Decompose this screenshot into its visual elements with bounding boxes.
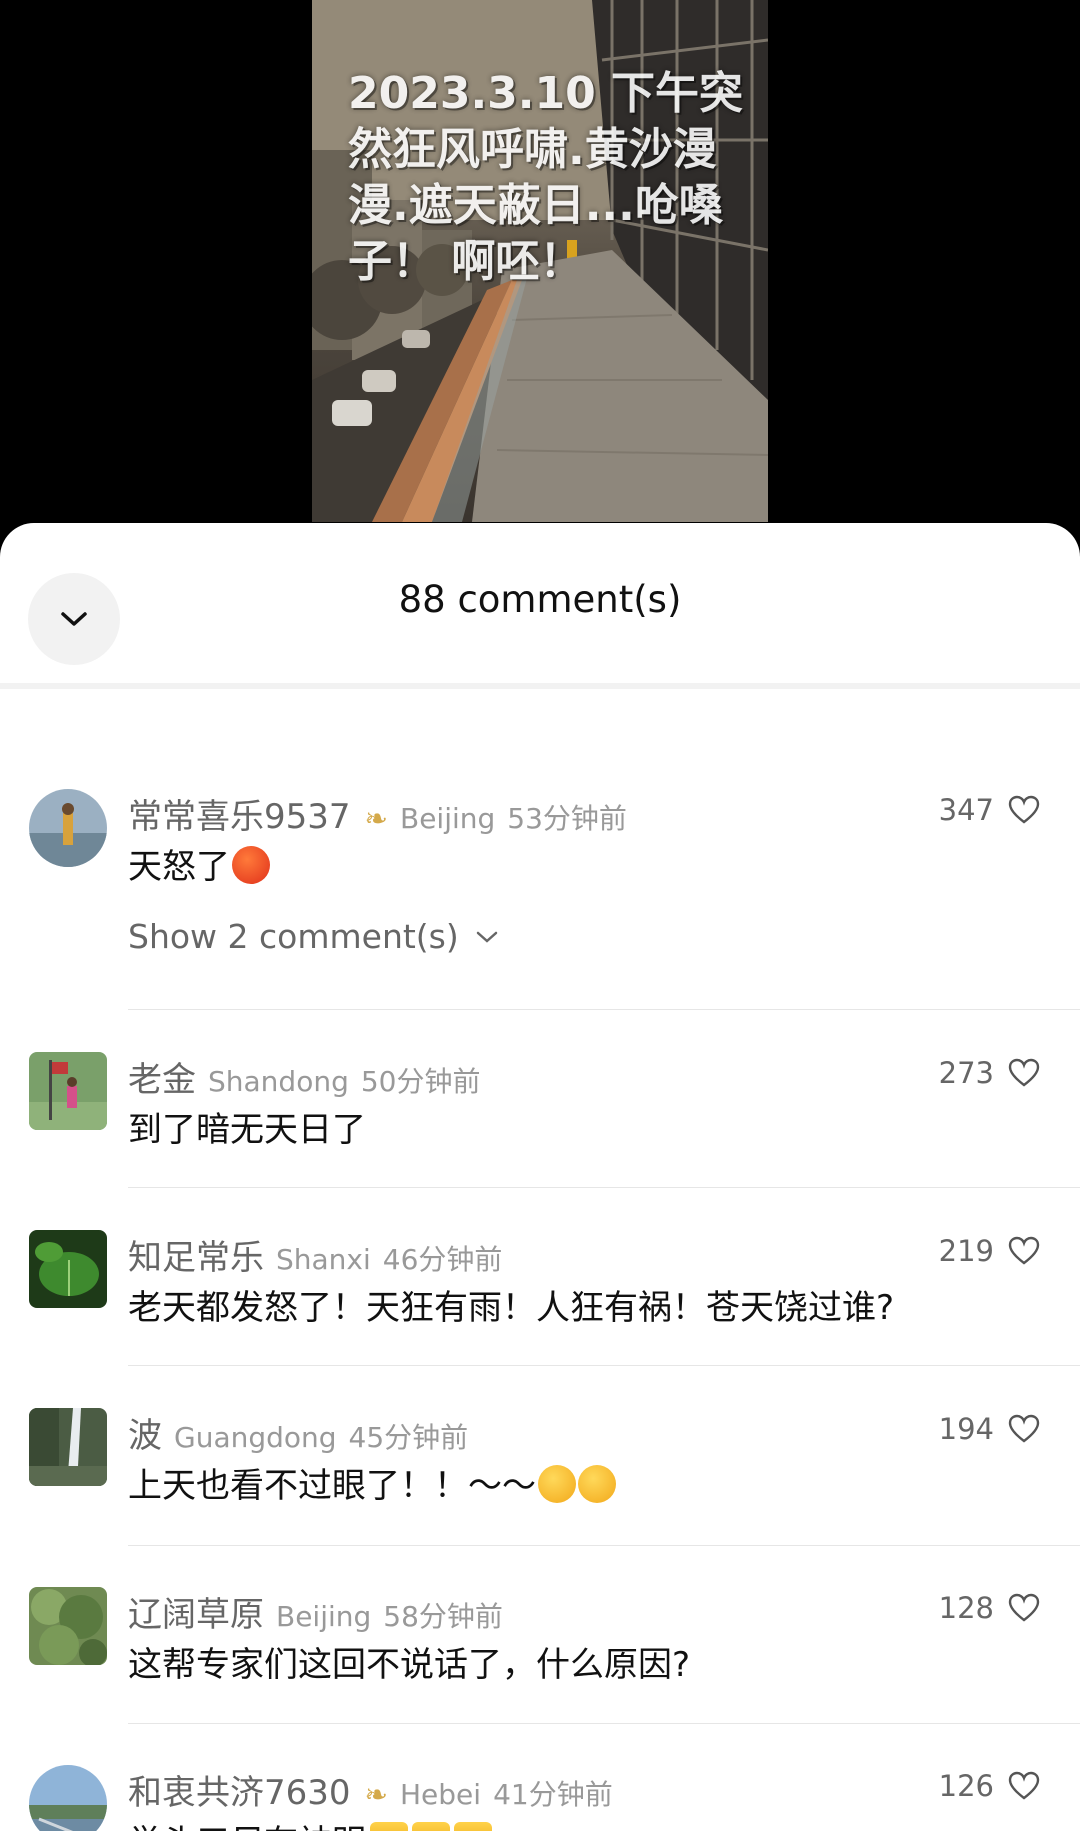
timestamp: 53分钟前: [507, 802, 627, 835]
comment-text: 老天都发怒了！天狂有雨！人狂有祸！苍天饶过谁?: [128, 1288, 895, 1328]
timestamp: 46分钟前: [382, 1243, 503, 1276]
location: Beijing: [276, 1600, 372, 1633]
comment-text: 天怒了: [128, 839, 270, 888]
avatar[interactable]: [29, 1052, 107, 1130]
laughing-tears-emoji: [538, 1465, 576, 1503]
like-button[interactable]: 347: [939, 793, 1040, 827]
like-count: 128: [938, 1591, 994, 1625]
like-button[interactable]: 219: [939, 1234, 1040, 1268]
avatar[interactable]: [29, 1230, 107, 1308]
comment-meta: 知足常乐 Shanxi 46分钟前: [128, 1230, 502, 1279]
location: Beijing: [400, 802, 496, 835]
comment-text: 这帮专家们这回不说话了，什么原因?: [128, 1645, 691, 1685]
video-player[interactable]: 2023.3.10 下午突然狂风呼啸.黄沙漫漫.遮天蔽日...呛嗓子！ 啊呸！: [0, 0, 1080, 540]
laughing-tears-emoji: [578, 1465, 616, 1503]
comment-meta: 老金 Shandong 50分钟前: [128, 1052, 481, 1101]
angry-face-emoji: [232, 846, 270, 884]
avatar[interactable]: [29, 1408, 107, 1486]
like-button[interactable]: 126: [939, 1769, 1040, 1803]
like-count: 194: [938, 1412, 994, 1446]
username[interactable]: 辽阔草原: [128, 1587, 264, 1636]
username[interactable]: 老金: [128, 1052, 196, 1101]
video-caption: 2023.3.10 下午突然狂风呼啸.黄沙漫漫.遮天蔽日...呛嗓子！ 啊呸！: [348, 68, 744, 287]
location: Guangdong: [174, 1421, 337, 1454]
divider: [128, 1545, 1080, 1546]
like-button[interactable]: 273: [939, 1056, 1040, 1090]
heart-icon: [1008, 795, 1040, 824]
location: Shanxi: [276, 1243, 371, 1276]
like-count: 219: [938, 1234, 994, 1268]
like-button[interactable]: 194: [939, 1412, 1040, 1446]
heart-icon: [1008, 1771, 1040, 1800]
comment-meta: 和衷共济7630 ❧ Hebei 41分钟前: [128, 1765, 613, 1814]
thumbs-up-emoji: [370, 1822, 408, 1831]
heart-icon: [1008, 1236, 1040, 1265]
username[interactable]: 常常喜乐9537: [128, 789, 351, 838]
divider: [128, 1009, 1080, 1010]
chevron-down-icon: [476, 931, 497, 943]
comments-sheet: 88 comment(s) 常常喜乐9537 ❧ Beijing 53分钟前 3…: [0, 523, 1080, 1831]
like-count: 347: [938, 793, 994, 827]
like-count: 126: [938, 1769, 994, 1803]
avatar[interactable]: [29, 789, 107, 867]
avatar[interactable]: [29, 1587, 107, 1665]
comment-text: 到了暗无天日了: [128, 1110, 366, 1150]
location: Hebei: [400, 1778, 482, 1811]
username[interactable]: 波: [128, 1408, 162, 1457]
sheet-header: 88 comment(s): [0, 523, 1080, 689]
timestamp: 50分钟前: [360, 1065, 481, 1098]
video-frame[interactable]: 2023.3.10 下午突然狂风呼啸.黄沙漫漫.遮天蔽日...呛嗓子！ 啊呸！: [312, 0, 768, 522]
comment-text: 举头三尺有神明: [128, 1815, 492, 1831]
divider: [128, 1187, 1080, 1188]
username[interactable]: 知足常乐: [128, 1230, 264, 1279]
username[interactable]: 和衷共济7630: [128, 1765, 351, 1814]
timestamp: 45分钟前: [348, 1421, 469, 1454]
heart-icon: [1008, 1058, 1040, 1087]
thumbs-up-emoji: [412, 1822, 450, 1831]
comment-count-title: 88 comment(s): [398, 578, 682, 621]
location: Shandong: [208, 1065, 349, 1098]
badge-icon: ❧: [364, 1778, 388, 1811]
divider: [128, 1365, 1080, 1366]
heart-icon: [1008, 1414, 1040, 1443]
comment-meta: 常常喜乐9537 ❧ Beijing 53分钟前: [128, 789, 627, 838]
thumbs-up-emoji: [454, 1822, 492, 1831]
like-count: 273: [938, 1056, 994, 1090]
heart-icon: [1008, 1593, 1040, 1622]
show-replies-button[interactable]: Show 2 comment(s): [128, 917, 499, 956]
comment-meta: 波 Guangdong 45分钟前: [128, 1408, 468, 1457]
timestamp: 58分钟前: [383, 1600, 503, 1633]
divider: [128, 1723, 1080, 1724]
comment-meta: 辽阔草原 Beijing 58分钟前: [128, 1587, 503, 1636]
avatar[interactable]: [29, 1765, 107, 1831]
comment-text: 上天也看不过眼了！！～～: [128, 1458, 616, 1507]
badge-icon: ❧: [364, 802, 388, 835]
timestamp: 41分钟前: [493, 1778, 613, 1811]
like-button[interactable]: 128: [939, 1591, 1040, 1625]
